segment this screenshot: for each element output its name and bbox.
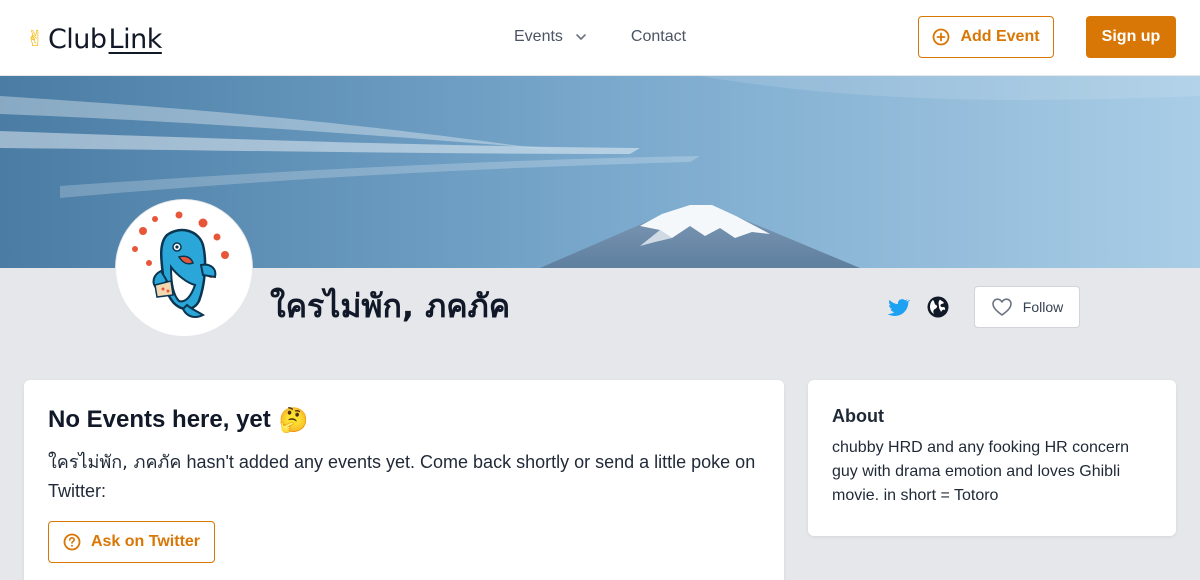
sign-up-button[interactable]: Sign up (1086, 16, 1176, 58)
profile-name: ใครไม่พัก, ภคภัค (270, 287, 511, 325)
events-empty-message: ใครไม่พัก, ภคภัค hasn't added any events… (48, 448, 760, 505)
ask-on-twitter-button[interactable]: Ask on Twitter (48, 521, 215, 563)
twitter-icon (887, 299, 911, 316)
add-event-label: Add Event (960, 28, 1040, 45)
events-card: No Events here, yet 🤔 ใครไม่พัก, ภคภัค h… (24, 380, 784, 580)
follow-button[interactable]: Follow (974, 286, 1080, 328)
profile-avatar (116, 200, 252, 336)
follow-label: Follow (1022, 299, 1064, 315)
ask-on-twitter-label: Ask on Twitter (90, 533, 201, 550)
add-event-button[interactable]: Add Event (918, 16, 1054, 58)
victory-hand-icon: ✌ (26, 26, 44, 52)
chevron-down-icon (576, 34, 586, 40)
logo-text-link: Link (108, 23, 163, 55)
about-title: About (832, 406, 884, 426)
question-circle-icon (63, 533, 81, 551)
about-text: chubby HRD and any fooking HR concern gu… (832, 439, 1130, 504)
logo-text-club: Club (47, 23, 107, 55)
events-empty-title: No Events here, yet 🤔 (48, 404, 760, 436)
clublink-logo[interactable]: ✌ Club Link (26, 22, 162, 56)
events-message-name: ใครไม่พัก, ภคภัค (48, 452, 182, 473)
top-header: ✌ Club Link Events Contact Add Event Sig… (0, 0, 1200, 76)
twitter-link[interactable] (886, 295, 911, 319)
thinking-face-icon: 🤔 (278, 406, 309, 434)
main-nav: Events Contact (514, 26, 686, 48)
globe-icon (927, 296, 949, 318)
nav-events-dropdown[interactable]: Events (514, 28, 587, 46)
events-title-text: No Events here, yet (48, 406, 271, 433)
website-link[interactable] (926, 295, 950, 319)
heart-icon (991, 298, 1012, 316)
shark-mascot-icon (132, 211, 229, 318)
plus-circle-icon (933, 28, 950, 46)
nav-contact-link[interactable]: Contact (631, 28, 686, 46)
about-card: About chubby HRD and any fooking HR conc… (808, 380, 1176, 536)
nav-events-label: Events (514, 28, 563, 45)
